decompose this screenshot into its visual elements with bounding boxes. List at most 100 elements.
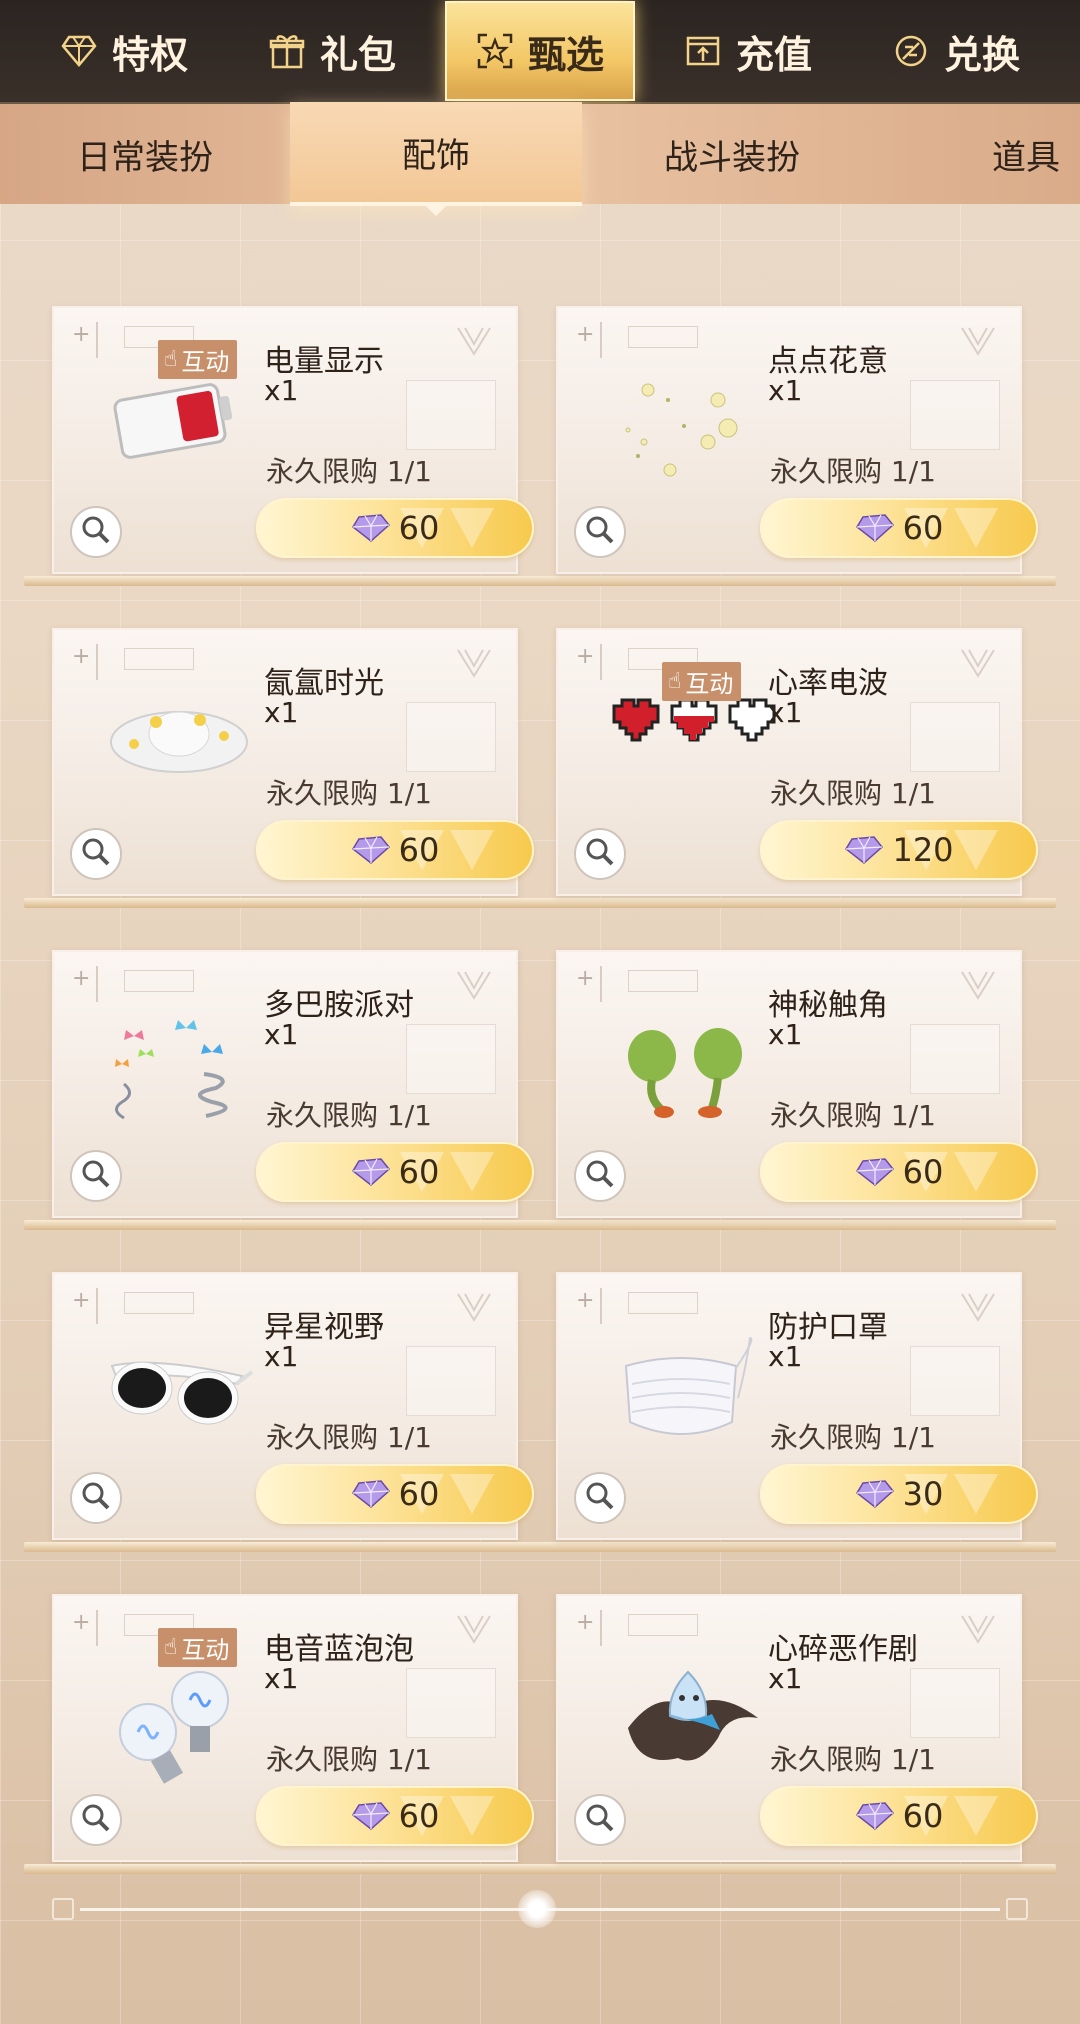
subtab-battle-outfit[interactable]: 战斗装扮: [582, 104, 882, 204]
v-logo-icon: [456, 1292, 492, 1322]
mask-icon: [608, 1336, 758, 1436]
tab-gift-pack[interactable]: 礼包: [237, 3, 427, 99]
preview-button[interactable]: [70, 1794, 122, 1846]
hand-icon: ☝: [668, 669, 682, 694]
item-card[interactable]: + 氤氲时光 x1 永久限购 1/1 60: [52, 628, 534, 896]
buy-button[interactable]: 60: [760, 1142, 1038, 1202]
price-value: 120: [892, 831, 954, 869]
deco-line: [96, 1288, 98, 1324]
preview-button[interactable]: [574, 1472, 626, 1524]
plus-deco-icon: +: [576, 966, 595, 991]
deco-panel: [910, 1024, 1000, 1094]
subtab-accessories[interactable]: 配饰: [290, 102, 582, 216]
price-value: 60: [398, 831, 440, 869]
deco-triangle: [450, 1152, 494, 1192]
item-card[interactable]: + ☝ 互动 电量显示 x1 永久限购 1/1 60: [52, 306, 534, 574]
deco-line: [96, 322, 98, 358]
deco-panel: [910, 1668, 1000, 1738]
item-card[interactable]: + 防护口罩 x1 永久限购 1/1 30: [556, 1272, 1038, 1540]
item-card[interactable]: + 点点花意 x1 永久限购 1/1 60: [556, 306, 1038, 574]
tab-exchange[interactable]: 兑换: [861, 3, 1051, 99]
item-card[interactable]: + ☝ 互动 电音蓝泡泡 x1 永久限购 1/1 60: [52, 1594, 534, 1862]
interactive-tag: ☝ 互动: [158, 340, 238, 379]
plus-deco-icon: +: [576, 322, 595, 347]
hand-icon: ☝: [164, 1635, 178, 1660]
battery-icon: [104, 370, 254, 470]
butterfly-clips-icon: [104, 1014, 254, 1120]
preview-button[interactable]: [70, 1472, 122, 1524]
preview-button[interactable]: [70, 506, 122, 558]
sub-tab-bar: 日常装扮 配饰 战斗装扮 道具: [0, 102, 1080, 216]
buy-button[interactable]: 60: [760, 1786, 1038, 1846]
hand-icon: ☝: [164, 347, 178, 372]
diamond-currency-icon: [351, 1801, 391, 1831]
magnifier-icon: [81, 1803, 111, 1837]
buy-button[interactable]: 30: [760, 1464, 1038, 1524]
subtab-label: 战斗装扮: [664, 137, 800, 178]
antennae-icon: [608, 1014, 758, 1118]
buy-button[interactable]: 120: [760, 820, 1038, 880]
interactive-tag: ☝ 互动: [158, 1628, 238, 1667]
subtab-daily-outfit[interactable]: 日常装扮: [0, 104, 290, 204]
upload-box-icon: [684, 32, 722, 70]
deco-triangle: [450, 1796, 494, 1836]
tab-selection[interactable]: 甄选: [445, 1, 635, 101]
deco-panel: [406, 1668, 496, 1738]
item-qty: x1: [768, 1018, 803, 1051]
v-logo-icon: [960, 648, 996, 678]
item-qty: x1: [768, 696, 803, 729]
plus-deco-icon: +: [72, 1288, 91, 1313]
tab-label: 特权: [111, 32, 188, 77]
preview-button[interactable]: [70, 828, 122, 880]
buy-button[interactable]: 60: [760, 498, 1038, 558]
shelf: [24, 1864, 1056, 1874]
deco-triangle: [450, 1474, 494, 1514]
magnifier-icon: [585, 837, 615, 871]
magnifier-icon: [81, 1159, 111, 1193]
top-tab-bar: 特权 礼包 甄选 充值 兑换: [0, 0, 1080, 104]
buy-button[interactable]: 60: [256, 820, 534, 880]
deco-panel: [406, 1346, 496, 1416]
preview-button[interactable]: [574, 1150, 626, 1202]
diamond-currency-icon: [844, 835, 884, 865]
tab-label: 甄选: [527, 32, 604, 77]
diamond-currency-icon: [855, 513, 895, 543]
purchase-limit: 永久限购 1/1: [770, 1743, 936, 1776]
deco-line: [96, 1610, 98, 1646]
item-card[interactable]: + 心碎恶作剧 x1 永久限购 1/1 60: [556, 1594, 1038, 1862]
item-card[interactable]: + 异星视野 x1 永久限购 1/1 60: [52, 1272, 534, 1540]
preview-button[interactable]: [574, 506, 626, 558]
tab-recharge[interactable]: 充值: [653, 3, 843, 99]
plus-deco-icon: +: [72, 322, 91, 347]
preview-button[interactable]: [574, 1794, 626, 1846]
price-value: 60: [902, 509, 944, 547]
item-card[interactable]: + 多巴胺派对 x1 永久限购 1/1 60: [52, 950, 534, 1218]
purchase-limit: 永久限购 1/1: [266, 455, 432, 488]
preview-button[interactable]: [574, 828, 626, 880]
pixel-hearts-icon: [608, 692, 776, 792]
buy-button[interactable]: 60: [256, 1142, 534, 1202]
buy-button[interactable]: 60: [256, 1786, 534, 1846]
scroll-knob[interactable]: [518, 1890, 556, 1928]
diamond-icon: [60, 32, 98, 70]
item-card[interactable]: + 神秘触角 x1 永久限购 1/1 60: [556, 950, 1038, 1218]
buy-button[interactable]: 60: [256, 1464, 534, 1524]
deco-panel: [910, 380, 1000, 450]
item-card[interactable]: + ☝ 互动 心率电波 x1 永久限购 1/1 120: [556, 628, 1038, 896]
deco-triangle: [954, 508, 998, 548]
deco-box: [124, 1292, 194, 1314]
preview-button[interactable]: [70, 1150, 122, 1202]
diamond-currency-icon: [351, 1479, 391, 1509]
tab-privilege[interactable]: 特权: [29, 3, 219, 99]
buy-button[interactable]: 60: [256, 498, 534, 558]
plus-deco-icon: +: [72, 1610, 91, 1635]
purchase-limit: 永久限购 1/1: [770, 455, 936, 488]
tab-label: 礼包: [319, 32, 396, 77]
item-qty: x1: [264, 1340, 299, 1373]
price-value: 30: [902, 1475, 944, 1513]
deco-box: [628, 1292, 698, 1314]
deco-triangle: [954, 1796, 998, 1836]
deco-line: [600, 1610, 602, 1646]
tab-label: 充值: [735, 32, 812, 77]
subtab-items[interactable]: 道具: [882, 104, 1080, 204]
